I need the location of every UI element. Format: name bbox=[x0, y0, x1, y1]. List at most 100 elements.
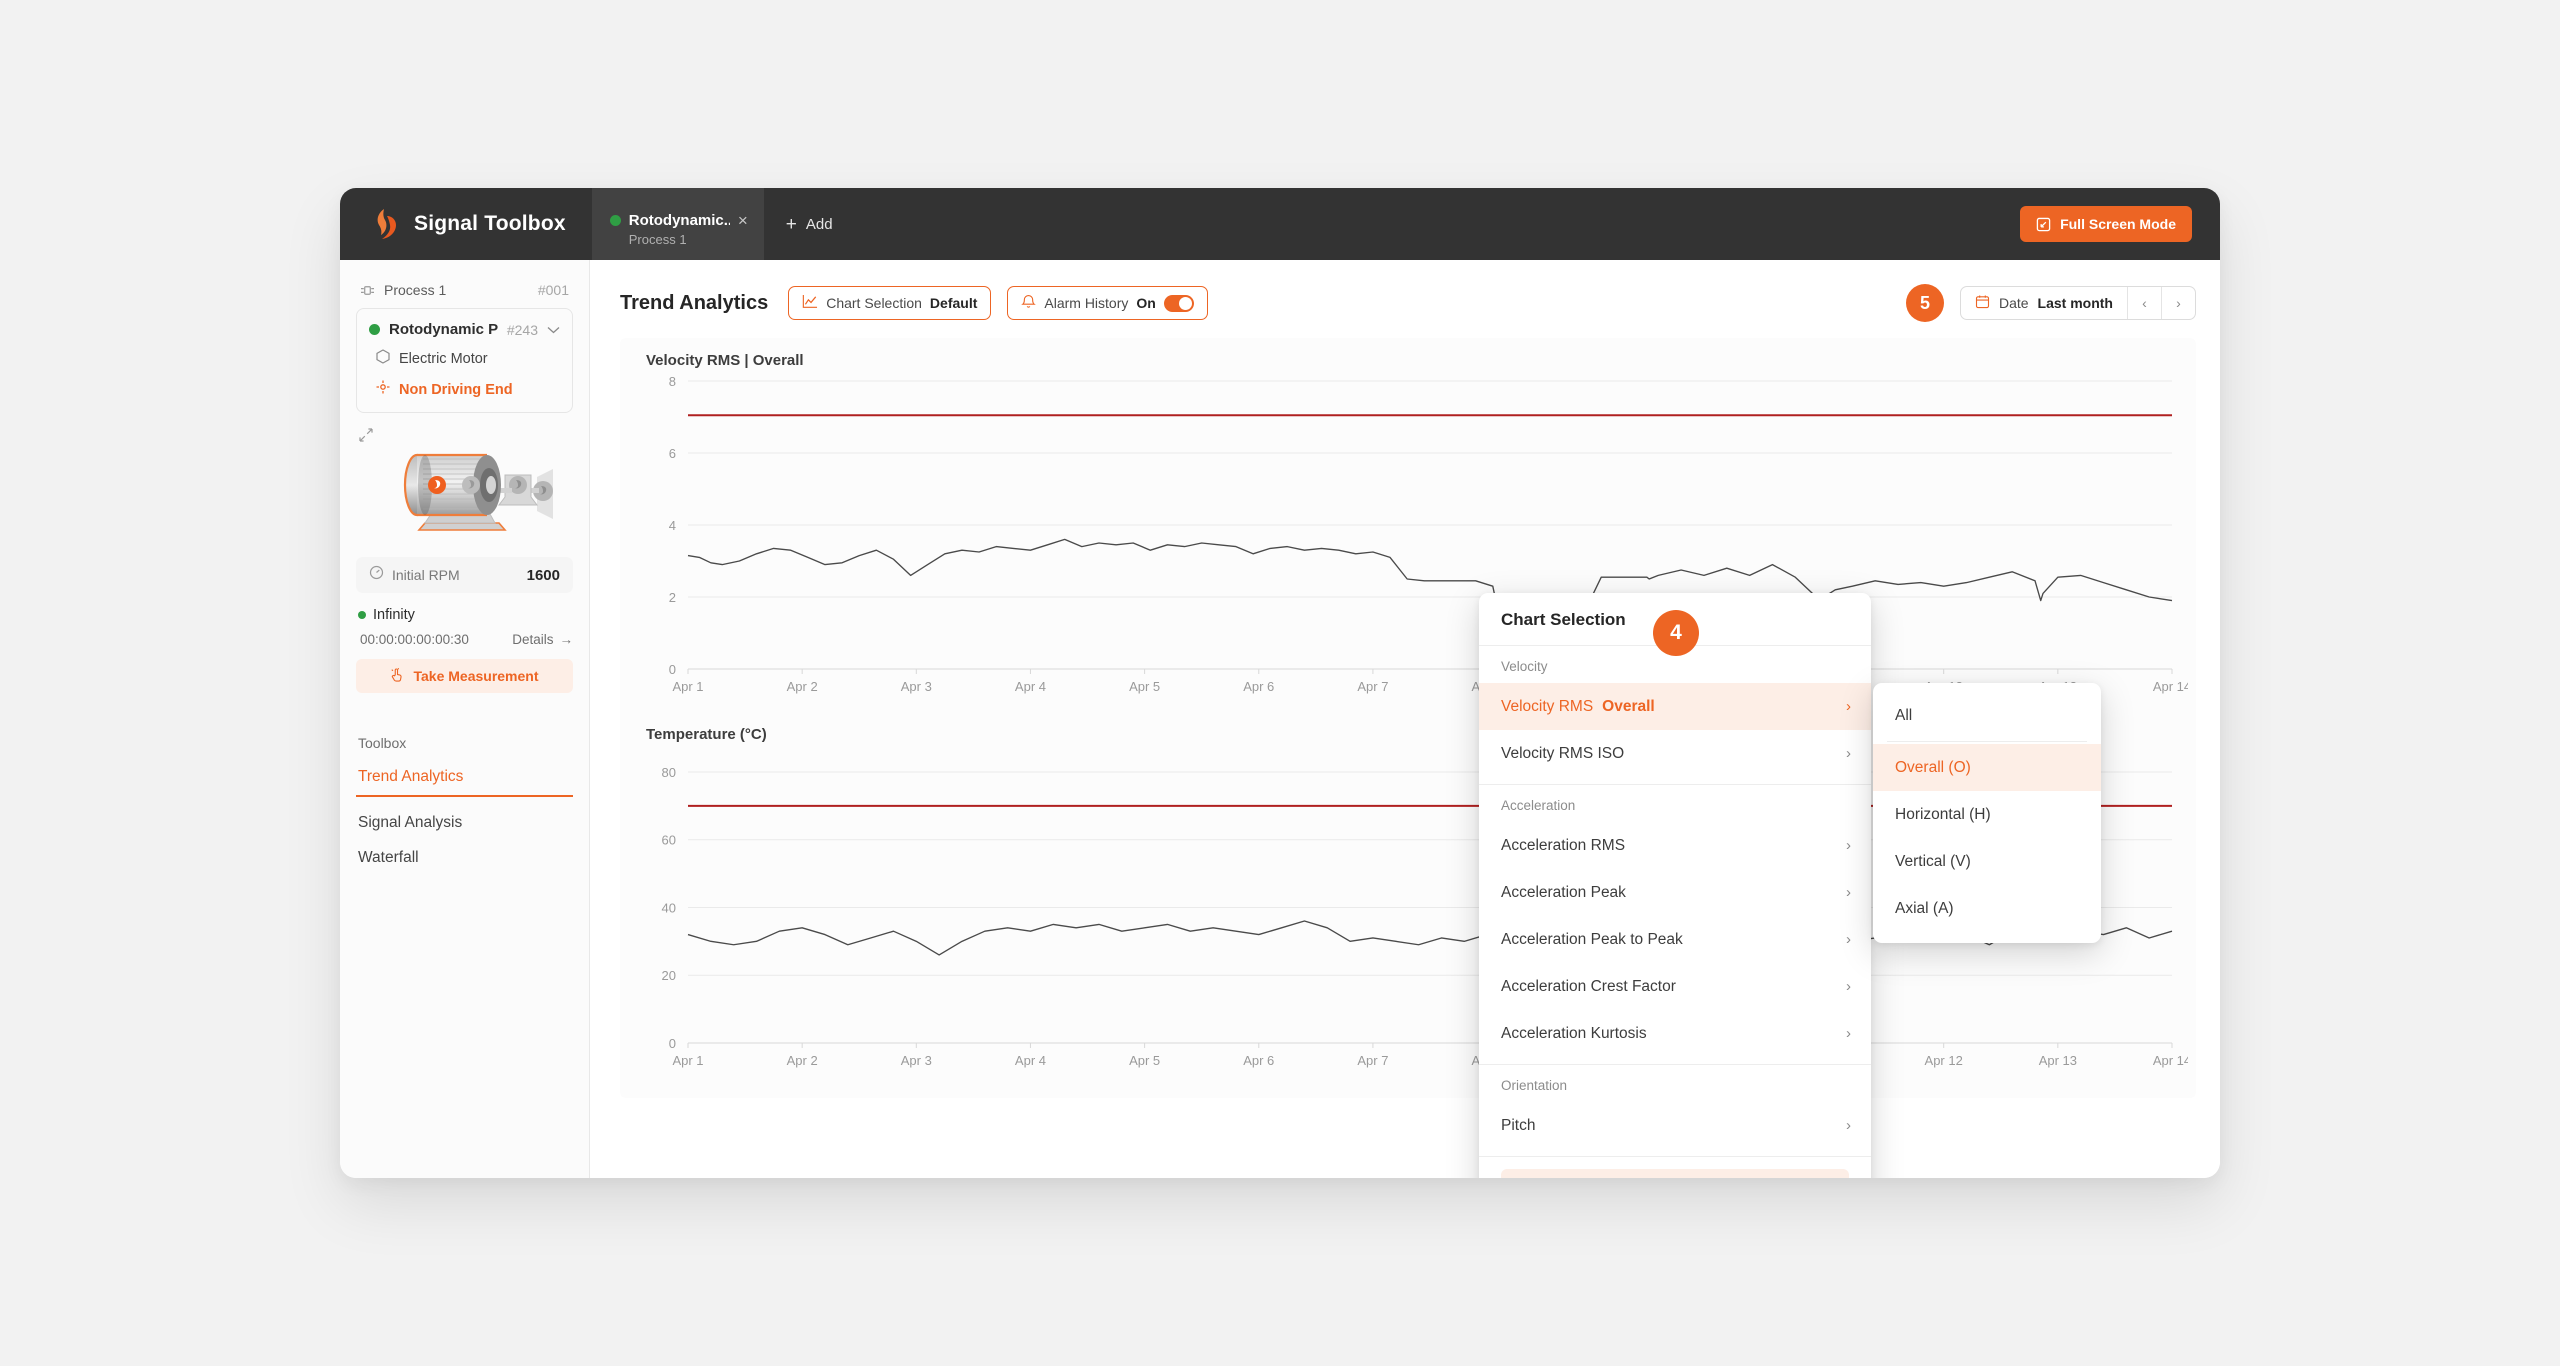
svg-text:Apr 2: Apr 2 bbox=[787, 679, 818, 694]
date-range-group: Date Last month ‹ › bbox=[1959, 286, 2196, 320]
menu-item-velocity-rms[interactable]: Velocity RMS Overall › bbox=[1479, 683, 1871, 730]
gauge-icon bbox=[369, 565, 384, 585]
cube-icon bbox=[376, 349, 390, 369]
menu-group-label-acceleration: Acceleration bbox=[1501, 798, 1576, 813]
date-label: Date bbox=[1998, 295, 2029, 311]
menu-item-pitch[interactable]: Pitch › bbox=[1479, 1102, 1871, 1149]
menu-item-label: Pitch bbox=[1501, 1116, 1536, 1134]
menu-item-acceleration-kurtosis[interactable]: Acceleration Kurtosis › bbox=[1479, 1010, 1871, 1057]
menu-item-acceleration-rms[interactable]: Acceleration RMS › bbox=[1479, 822, 1871, 869]
svg-text:Apr 5: Apr 5 bbox=[1129, 679, 1160, 694]
submenu-item-vertical[interactable]: Vertical (V) bbox=[1873, 838, 2101, 885]
submenu-item-overall[interactable]: Overall (O) bbox=[1873, 744, 2101, 791]
alarm-history-toggle[interactable] bbox=[1163, 294, 1194, 312]
add-tab-button[interactable]: + Add bbox=[764, 188, 855, 260]
menu-item-acceleration-crest-factor[interactable]: Acceleration Crest Factor › bbox=[1479, 963, 1871, 1010]
svg-text:Apr 6: Apr 6 bbox=[1243, 679, 1274, 694]
svg-text:60: 60 bbox=[662, 833, 676, 848]
menu-item-velocity-rms-iso[interactable]: Velocity RMS ISO › bbox=[1479, 730, 1871, 777]
brand-title: Signal Toolbox bbox=[414, 212, 566, 235]
date-prev-button[interactable]: ‹ bbox=[2127, 287, 2161, 319]
tab-process-1[interactable]: Rotodynamic... × Process 1 bbox=[591, 188, 764, 260]
svg-text:Apr 3: Apr 3 bbox=[901, 1053, 932, 1068]
menu-item-acceleration-peak-to-peak[interactable]: Acceleration Peak to Peak › bbox=[1479, 916, 1871, 963]
menu-item-label: Acceleration Peak bbox=[1501, 883, 1626, 901]
menu-item-label: Acceleration Crest Factor bbox=[1501, 977, 1676, 995]
sidebar-item-signal-analysis[interactable]: Signal Analysis bbox=[356, 814, 573, 832]
sidebar-item-waterfall[interactable]: Waterfall bbox=[356, 849, 573, 867]
submenu-item-horizontal[interactable]: Horizontal (H) bbox=[1873, 791, 2101, 838]
status-time-row: 00:00:00:00:00:30 Details → bbox=[356, 632, 573, 647]
alarm-history-button[interactable]: Alarm History On bbox=[1007, 286, 1208, 320]
svg-text:Apr 7: Apr 7 bbox=[1357, 1053, 1388, 1068]
svg-text:Apr 1: Apr 1 bbox=[672, 1053, 703, 1068]
svg-text:20: 20 bbox=[662, 968, 676, 983]
svg-text:0: 0 bbox=[669, 662, 676, 677]
svg-text:Apr 12: Apr 12 bbox=[1925, 1053, 1963, 1068]
asset-child-electric-motor[interactable]: Electric Motor bbox=[369, 349, 560, 369]
svg-text:Apr 13: Apr 13 bbox=[2039, 1053, 2077, 1068]
chart-title: Velocity RMS | Overall bbox=[646, 352, 804, 369]
chevron-down-icon[interactable] bbox=[547, 323, 560, 337]
chevron-right-icon: › bbox=[1846, 1025, 1851, 1042]
take-measurement-button[interactable]: Take Measurement bbox=[356, 659, 573, 693]
svg-text:Apr 1: Apr 1 bbox=[672, 679, 703, 694]
chevron-right-icon: › bbox=[1846, 837, 1851, 854]
set-default-button[interactable]: Set Default bbox=[1501, 1169, 1849, 1178]
menu-item-label: Acceleration Kurtosis bbox=[1501, 1024, 1647, 1042]
step-badge-5: 5 bbox=[1905, 284, 1944, 322]
menu-item-label: Velocity RMS bbox=[1501, 697, 1594, 715]
app-window: Signal Toolbox Rotodynamic... × Process … bbox=[340, 188, 2220, 1178]
submenu-item-axial[interactable]: Axial (A) bbox=[1873, 885, 2101, 932]
tab-title: Rotodynamic... bbox=[628, 212, 730, 229]
app-body: Process 1 #001 Rotodynamic Pu... #243 bbox=[340, 260, 2220, 1178]
submenu-item-all[interactable]: All bbox=[1873, 692, 2101, 739]
toolbox-section-label: Toolbox bbox=[358, 735, 407, 751]
asset-child-non-driving-end[interactable]: Non Driving End bbox=[369, 380, 560, 399]
submenu-separator bbox=[1887, 741, 2087, 742]
machine-illustration-zone bbox=[356, 413, 573, 541]
expand-icon[interactable] bbox=[358, 427, 374, 448]
asset-card[interactable]: Rotodynamic Pu... #243 Electric Motor bbox=[356, 308, 573, 413]
sidebar: Process 1 #001 Rotodynamic Pu... #243 bbox=[340, 260, 590, 1178]
process-icon bbox=[360, 284, 375, 297]
main-header: Trend Analytics Chart Selection Default bbox=[590, 260, 2220, 324]
asset-title: Rotodynamic Pu... bbox=[389, 321, 498, 338]
close-icon[interactable]: × bbox=[738, 212, 748, 229]
sidebar-item-trend-analytics[interactable]: Trend Analytics bbox=[356, 768, 573, 786]
full-screen-mode-button[interactable]: Full Screen Mode bbox=[2020, 206, 2192, 242]
svg-text:4: 4 bbox=[669, 518, 676, 533]
page-title: Trend Analytics bbox=[620, 291, 769, 314]
chevron-right-icon: › bbox=[1846, 931, 1851, 948]
chart-selection-button[interactable]: Chart Selection Default bbox=[788, 286, 992, 320]
chevron-right-icon: › bbox=[1846, 1117, 1851, 1134]
chart-selection-menu: Chart Selection Velocity Velocity RMS Ov… bbox=[1479, 593, 1871, 1178]
status-row: Infinity bbox=[356, 607, 573, 623]
date-next-button[interactable]: › bbox=[2161, 287, 2195, 319]
date-range-button[interactable]: Date Last month bbox=[1961, 287, 2127, 319]
calendar-icon bbox=[1975, 294, 1990, 312]
status-label: Infinity bbox=[373, 607, 415, 623]
details-link[interactable]: Details → bbox=[512, 632, 573, 647]
asset-main-row[interactable]: Rotodynamic Pu... #243 bbox=[369, 321, 560, 338]
titlebar-spacer bbox=[855, 188, 2021, 260]
menu-item-label: Acceleration Peak to Peak bbox=[1501, 930, 1683, 948]
chevron-right-icon: › bbox=[1846, 698, 1851, 715]
main-content: Trend Analytics Chart Selection Default bbox=[590, 260, 2220, 1178]
asset-child-label: Non Driving End bbox=[399, 381, 513, 398]
signal-toolbox-logo-icon bbox=[377, 209, 396, 239]
menu-item-label: Acceleration RMS bbox=[1501, 836, 1626, 854]
asset-status-dot-icon bbox=[369, 324, 380, 335]
process-label: Process 1 bbox=[384, 282, 447, 298]
brand: Signal Toolbox bbox=[340, 188, 592, 260]
svg-text:Apr 3: Apr 3 bbox=[901, 679, 932, 694]
tab-status-dot-icon bbox=[609, 215, 621, 226]
menu-separator bbox=[1479, 1156, 1871, 1157]
full-screen-mode-label: Full Screen Mode bbox=[2060, 216, 2176, 232]
svg-text:Apr 4: Apr 4 bbox=[1015, 1053, 1046, 1068]
title-bar: Signal Toolbox Rotodynamic... × Process … bbox=[340, 188, 2220, 260]
chart-selection-value: Default bbox=[929, 295, 978, 311]
menu-item-acceleration-peak[interactable]: Acceleration Peak › bbox=[1479, 869, 1871, 916]
menu-item-sublabel: Overall bbox=[1602, 697, 1655, 715]
arrow-right-icon: → bbox=[559, 632, 574, 647]
